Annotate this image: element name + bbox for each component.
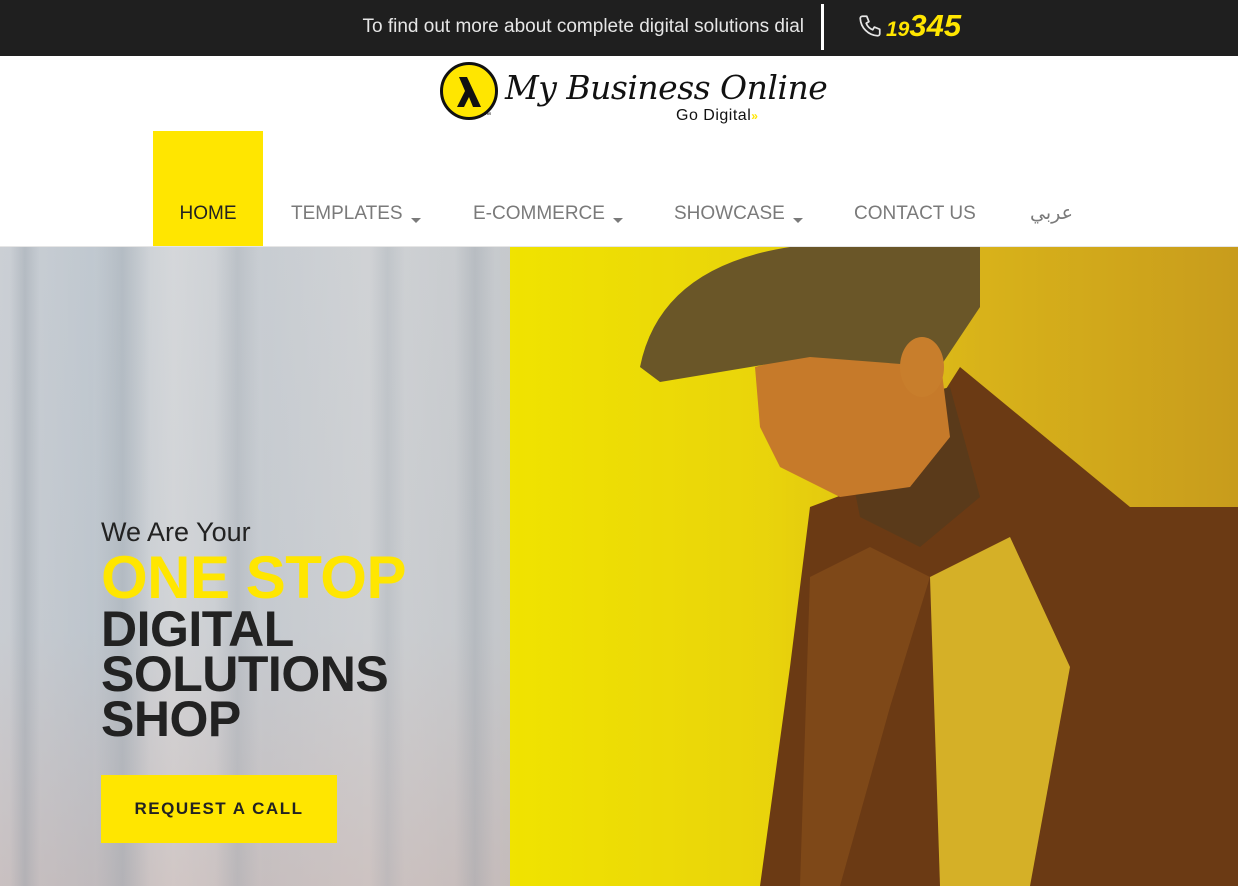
- nav-showcase[interactable]: SHOWCASE: [674, 131, 803, 247]
- caret-down-icon: [410, 218, 421, 223]
- logo-chevron: »: [751, 109, 759, 123]
- nav-templates-label: TEMPLATES: [291, 203, 403, 224]
- phone-main: 345: [909, 8, 962, 43]
- logo-tagline-text: Go Digital: [676, 107, 752, 124]
- nav-contact-label: CONTACT US: [854, 203, 976, 224]
- phone-prefix: 19: [886, 18, 910, 41]
- request-a-call-button[interactable]: REQUEST A CALL: [101, 775, 337, 843]
- nav-arabic[interactable]: عربي: [1030, 131, 1073, 247]
- logo-tagline: Go Digital»: [676, 107, 758, 125]
- hero-heading-line: SHOP: [101, 691, 241, 747]
- hero-photo-man-in-cap: [510, 247, 1238, 886]
- caret-down-icon: [612, 218, 623, 223]
- background-blur-shape: [10, 247, 40, 886]
- nav-home-label: HOME: [179, 203, 237, 224]
- nav-home[interactable]: HOME: [153, 131, 263, 247]
- nav-contact-us[interactable]: CONTACT US: [854, 131, 976, 247]
- nav-templates[interactable]: TEMPLATES: [291, 131, 421, 247]
- nav-ecommerce-label: E-COMMERCE: [473, 203, 605, 224]
- top-bar: To find out more about complete digital …: [0, 0, 1238, 56]
- main-nav: HOME TEMPLATES E-COMMERCE SHOWCASE CONTA…: [0, 131, 1238, 247]
- hero-photo-illustration: [640, 247, 1238, 886]
- phone-number-link[interactable]: 19345: [886, 8, 961, 44]
- phone-icon: [857, 13, 883, 39]
- background-blur-shape: [455, 247, 495, 886]
- logo-trademark: ™: [484, 112, 491, 119]
- nav-arabic-label: عربي: [1030, 203, 1073, 224]
- logo-title: My Business Online: [505, 68, 828, 107]
- topbar-message: To find out more about complete digital …: [362, 16, 804, 37]
- nav-showcase-label: SHOWCASE: [674, 203, 785, 224]
- hero-heading: DIGITAL SOLUTIONS SHOP: [101, 604, 389, 747]
- caret-down-icon: [792, 218, 803, 223]
- topbar-divider: [821, 4, 824, 50]
- hero-section: We Are Your ONE STOP DIGITAL SOLUTIONS S…: [0, 247, 1238, 886]
- nav-ecommerce[interactable]: E-COMMERCE: [473, 131, 623, 247]
- site-logo[interactable]: ™ My Business Online Go Digital»: [438, 60, 828, 130]
